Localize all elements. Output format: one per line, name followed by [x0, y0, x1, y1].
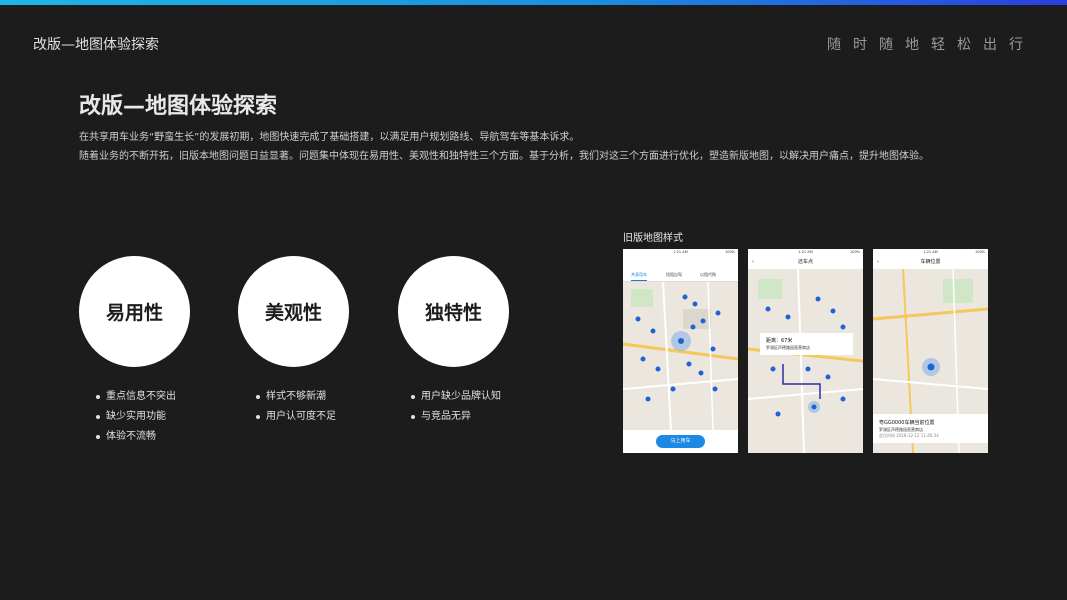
navbar-title: 还车点	[797, 259, 813, 265]
status-time: 1:21 AM	[923, 250, 938, 254]
app-navbar: ‹ 车辆位置	[873, 256, 988, 269]
tab-lease-to-own[interactable]: 以租代购	[700, 272, 716, 278]
description-line-1: 在共享用车业务“野蛮生长”的发展初期，地图快速完成了基础搭建，以满足用户规划路线…	[79, 132, 580, 143]
status-battery: 100%	[724, 250, 735, 254]
status-battery: 100%	[974, 250, 985, 254]
aspect-usability-circle: 易用性	[79, 256, 190, 367]
header-title: 改版—地图体验探索	[33, 37, 159, 53]
bullet-item: 与竞品无异	[409, 407, 501, 427]
back-icon[interactable]: ‹	[752, 256, 754, 269]
tab-shared-car[interactable]: 共享用车	[631, 272, 647, 281]
vehicle-location-card: 粤GG0000车辆当前位置 罗湖区声德路园直营商店 定位时间 2018-12-1…	[873, 414, 988, 443]
navbar-title: 车辆位置	[920, 259, 941, 265]
old-map-screenshot-1: 1:21 AM 100% 共享用车 短租自驾 以租代购 马上用车	[623, 249, 738, 453]
page-title: 改版—地图体验探索	[79, 94, 278, 119]
status-time: 1:21 AM	[673, 250, 688, 254]
located-time-text: 定位时间 2018-12-12 11:40:34	[879, 433, 939, 438]
aesthetics-bullet-list: 样式不够新潮 用户认可度不足	[254, 387, 336, 427]
address-text: 罗湖区声德路园直营商店	[766, 345, 810, 350]
tab-short-rental[interactable]: 短租自驾	[666, 272, 682, 278]
description-line-2: 随着业务的不断开拓，旧版本地图问题日益显著。问题集中体现在易用性、美观性和独特性…	[79, 151, 929, 162]
bullet-item: 缺少实用功能	[94, 407, 176, 427]
back-icon[interactable]: ‹	[877, 256, 879, 269]
use-car-button[interactable]: 马上用车	[656, 435, 705, 448]
status-bar: 1:21 AM 100%	[623, 249, 738, 256]
bullet-item: 用户认可度不足	[254, 407, 336, 427]
bullet-item: 样式不够新潮	[254, 387, 336, 407]
top-accent-bar	[0, 0, 1067, 5]
distance-card: 距离：67米 罗湖区声德路园直营商店	[760, 333, 853, 355]
old-maps-label: 旧版地图样式	[623, 233, 683, 244]
distance-text: 距离：67米	[766, 338, 793, 344]
old-map-screenshot-2: 1:21 AM 100% ‹ 还车点 距离：67米 罗湖区声德路园直营商店	[748, 249, 863, 453]
service-tabs: 共享用车 短租自驾 以租代购	[623, 269, 738, 282]
old-map-screenshot-3: 1:21 AM 100% ‹ 车辆位置 粤GG0000车辆当前位置 罗湖区声德路…	[873, 249, 988, 453]
uniqueness-bullet-list: 用户缺少品牌认知 与竞品无异	[409, 387, 501, 427]
app-navbar	[623, 256, 738, 269]
status-bar: 1:21 AM 100%	[748, 249, 863, 256]
status-time: 1:21 AM	[798, 250, 813, 254]
bullet-item: 重点信息不突出	[94, 387, 176, 407]
status-bar: 1:21 AM 100%	[873, 249, 988, 256]
usability-bullet-list: 重点信息不突出 缺少实用功能 体验不流畅	[94, 387, 176, 447]
aspect-uniqueness-circle: 独特性	[398, 256, 509, 367]
plate-text: 粤GG0000车辆当前位置	[879, 420, 935, 426]
status-battery: 100%	[849, 250, 860, 254]
header-slogan: 随时随地轻松出行	[827, 37, 1035, 53]
bullet-item: 体验不流畅	[94, 427, 176, 447]
bullet-item: 用户缺少品牌认知	[409, 387, 501, 407]
aspect-aesthetics-circle: 美观性	[238, 256, 349, 367]
bottom-bar: 马上用车	[623, 430, 738, 453]
app-navbar: ‹ 还车点	[748, 256, 863, 269]
